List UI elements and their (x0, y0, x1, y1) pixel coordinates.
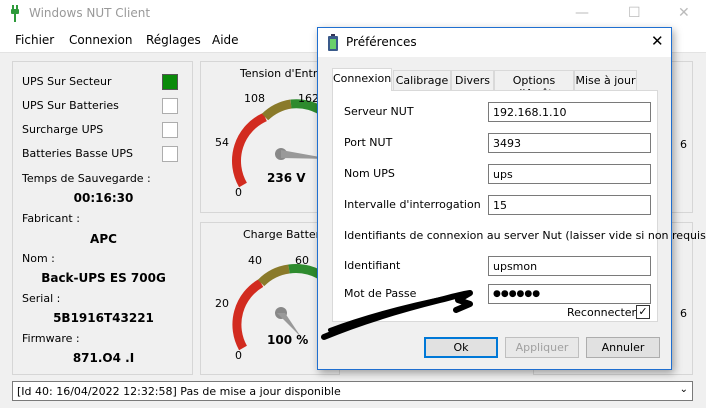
apply-button[interactable]: Appliquer (505, 337, 579, 358)
ups-name-label: Nom UPS (344, 167, 395, 180)
indicator-low-battery (162, 146, 178, 162)
tab-connexion[interactable]: Connexion (332, 68, 392, 91)
voltage-tick-54: 54 (215, 136, 229, 149)
interval-label: Intervalle d'interrogation (344, 198, 481, 211)
password-label: Mot de Passe (344, 287, 417, 300)
chevron-down-icon[interactable]: ⌄ (680, 384, 688, 395)
port-label: Port NUT (344, 136, 393, 149)
password-input[interactable]: ●●●●●● (488, 284, 651, 304)
charge-tick-40: 40 (248, 254, 262, 267)
menu-fichier[interactable]: Fichier (15, 33, 54, 47)
menu-connexion[interactable]: Connexion (69, 33, 133, 47)
voltage-tick-0: 0 (235, 186, 242, 199)
tab-calibrage[interactable]: Calibrage (393, 70, 451, 90)
cancel-button[interactable]: Annuler (586, 337, 660, 358)
interval-input[interactable]: 15 (488, 195, 651, 215)
reconnect-label: Reconnecter (567, 306, 637, 319)
voltage-value: 236 V (267, 171, 306, 185)
charge-tick-0: 0 (235, 349, 242, 362)
connexion-tab-panel: Serveur NUT 192.168.1.10 Port NUT 3493 N… (332, 90, 706, 322)
voltage-tick-108: 108 (244, 92, 265, 105)
voltage-tick-162: 162 (298, 92, 319, 105)
manufacturer-label: Fabricant : (22, 212, 80, 225)
right-gauge-tick-top: 6 (680, 138, 687, 151)
indicator-label-on-battery: UPS Sur Batteries (22, 99, 119, 112)
ups-status-panel: UPS Sur Secteur UPS Sur Batteries Surcha… (12, 61, 193, 375)
name-value: Back-UPS ES 700G (41, 271, 166, 285)
charge-gauge-red-arc (232, 279, 264, 351)
indicator-on-battery (162, 98, 178, 114)
status-log-text: [Id 40: 16/04/2022 12:32:58] Pas de mise… (17, 385, 341, 398)
login-input[interactable]: upsmon (488, 256, 651, 276)
indicator-label-overload: Surcharge UPS (22, 123, 104, 136)
port-input[interactable]: 3493 (488, 133, 651, 153)
menu-aide[interactable]: Aide (212, 33, 239, 47)
serial-value: 5B1916T43221 (53, 311, 154, 325)
status-log-combobox[interactable]: [Id 40: 16/04/2022 12:32:58] Pas de mise… (12, 381, 693, 401)
charge-value: 100 % (267, 333, 309, 347)
ok-button[interactable]: Ok (424, 337, 498, 358)
name-label: Nom : (22, 252, 55, 265)
credentials-note: Identifiants de connexion au server Nut … (344, 229, 706, 242)
reconnect-checkbox[interactable]: ✓ (636, 305, 650, 319)
voltage-gauge-amber-arc (261, 99, 292, 121)
firmware-value: 871.O4 .I (72, 351, 135, 365)
backup-time-label: Temps de Sauvegarde : (22, 172, 151, 185)
right-gauge-tick-bottom: 6 (680, 307, 687, 320)
tab-mise-a-jour[interactable]: Mise à jour (574, 70, 637, 90)
server-label: Serveur NUT (344, 105, 414, 118)
tab-divers[interactable]: Divers (451, 70, 494, 90)
maximize-button[interactable]: ☐ (628, 5, 641, 21)
server-input[interactable]: 192.168.1.10 (488, 102, 651, 122)
charge-tick-20: 20 (215, 297, 229, 310)
charge-gauge-amber-arc (257, 264, 290, 287)
close-icon[interactable]: ✕ (651, 32, 664, 50)
app-title: Windows NUT Client (29, 6, 151, 20)
indicator-label-on-line: UPS Sur Secteur (22, 75, 112, 88)
main-titlebar[interactable]: Windows NUT Client — ☐ ✕ (0, 0, 706, 28)
nut-plug-icon (11, 5, 19, 22)
preferences-dialog: Préférences ✕ Connexion Calibrage Divers… (317, 27, 706, 370)
backup-time-value: 00:16:30 (73, 191, 134, 205)
tab-options-arret[interactable]: Options d'Arrêt (494, 70, 574, 100)
menu-reglages[interactable]: Réglages (146, 33, 201, 47)
battery-icon (328, 34, 338, 51)
indicator-on-line (162, 74, 178, 90)
voltage-gauge-red-arc (232, 112, 268, 188)
login-label: Identifiant (344, 259, 401, 272)
preferences-title: Préférences (346, 35, 417, 49)
firmware-label: Firmware : (22, 332, 80, 345)
minimize-button[interactable]: — (575, 5, 589, 21)
charge-tick-60: 60 (295, 254, 309, 267)
preferences-titlebar[interactable]: Préférences ✕ (318, 28, 671, 57)
indicator-overload (162, 122, 178, 138)
manufacturer-value: APC (90, 232, 117, 246)
ups-name-input[interactable]: ups (488, 164, 651, 184)
indicator-label-low-battery: Batteries Basse UPS (22, 147, 133, 160)
close-button[interactable]: ✕ (678, 5, 690, 21)
serial-label: Serial : (22, 292, 61, 305)
